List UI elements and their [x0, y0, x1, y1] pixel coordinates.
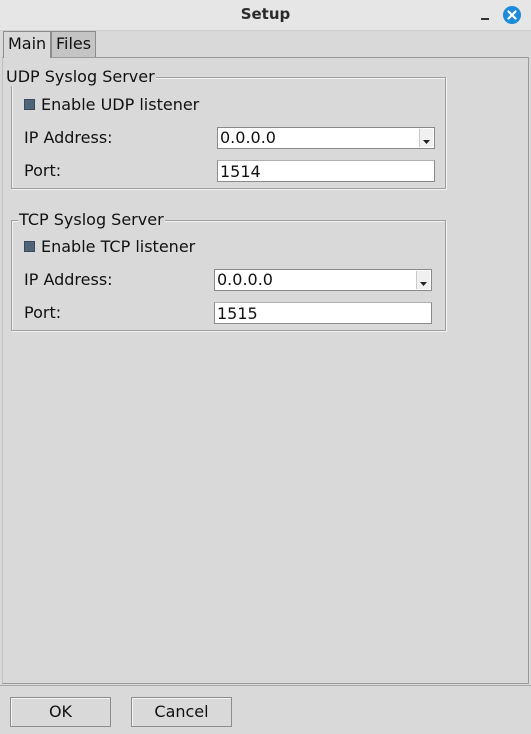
chevron-down-icon[interactable] — [416, 271, 430, 289]
title-bar[interactable]: Setup — [0, 0, 531, 31]
minimize-icon[interactable] — [477, 4, 493, 24]
tab-files[interactable]: Files — [51, 31, 96, 57]
tab-main[interactable]: Main — [3, 31, 51, 58]
tcp-port-label: Port: — [24, 303, 62, 322]
udp-port-input[interactable] — [217, 160, 435, 182]
cancel-button[interactable]: Cancel — [131, 697, 232, 727]
udp-group-title: UDP Syslog Server — [5, 67, 156, 86]
tcp-ip-select[interactable]: 0.0.0.0 — [214, 269, 432, 291]
ok-button[interactable]: OK — [10, 697, 111, 727]
close-icon[interactable] — [503, 6, 521, 24]
enable-udp-checkbox[interactable]: Enable UDP listener — [24, 95, 199, 115]
tcp-port-input[interactable] — [214, 302, 432, 324]
tcp-ip-label: IP Address: — [24, 270, 113, 289]
udp-ip-value: 0.0.0.0 — [220, 128, 276, 147]
udp-port-label: Port: — [24, 161, 62, 180]
window-title: Setup — [240, 5, 291, 23]
checkbox-icon[interactable] — [24, 98, 35, 110]
enable-tcp-label: Enable TCP listener — [41, 237, 196, 256]
checkbox-icon[interactable] — [24, 240, 35, 252]
enable-udp-label: Enable UDP listener — [41, 95, 200, 114]
enable-tcp-checkbox[interactable]: Enable TCP listener — [24, 237, 195, 257]
udp-ip-select[interactable]: 0.0.0.0 — [217, 127, 435, 149]
chevron-down-icon[interactable] — [419, 129, 433, 147]
tcp-ip-value: 0.0.0.0 — [217, 270, 273, 289]
udp-ip-label: IP Address: — [24, 128, 113, 147]
setup-window: Setup Main Files UDP Syslog Server Enabl… — [0, 0, 531, 734]
tcp-group-title: TCP Syslog Server — [18, 210, 165, 229]
button-bar-separator — [0, 685, 531, 686]
